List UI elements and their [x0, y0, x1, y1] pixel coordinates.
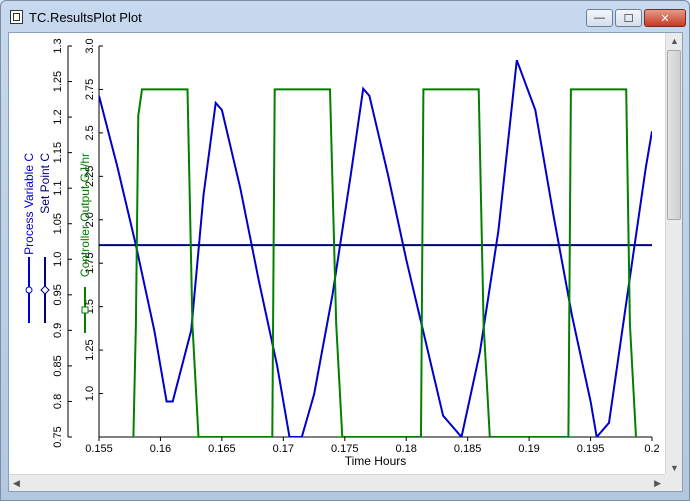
legend-set-point-label: Set Point C: [38, 153, 52, 214]
process-y-tick-label: 0.85: [52, 355, 64, 376]
x-tick-label: 0.185: [454, 443, 482, 455]
scroll-up-icon[interactable]: ▲: [670, 36, 679, 46]
results-chart: 0.155 0.16 0.165 0.17 0.175 0.18 0.185 0.19 0.19…: [22, 38, 660, 468]
process-y-tick-label: 0.95: [52, 284, 64, 305]
x-tick-label: 0.2: [644, 443, 659, 455]
output-y-tick-label: 2.75: [84, 79, 96, 100]
process-y-tick-label: 1.05: [52, 213, 64, 234]
process-y-tick-label: 1.0: [52, 252, 64, 267]
vertical-scrollbar[interactable]: ▲ ▼: [665, 33, 682, 476]
vertical-scroll-thumb[interactable]: [667, 50, 681, 220]
output-y-tick-label: 2.5: [84, 125, 96, 140]
legend-process-variable-marker: [25, 286, 33, 294]
minimize-button[interactable]: —: [586, 9, 613, 27]
process-y-tick-label: 1.25: [52, 71, 64, 92]
x-tick-label: 0.155: [85, 443, 113, 455]
legend-controller-output-label: Controller Output GJ/hr: [78, 153, 92, 277]
title-bar[interactable]: TC.ResultsPlot Plot — ☐ ✕: [1, 1, 689, 33]
scroll-left-icon[interactable]: ◀: [13, 478, 20, 489]
x-tick-label: 0.195: [577, 443, 605, 455]
output-y-tick-label: 1.25: [84, 339, 96, 360]
horizontal-scrollbar[interactable]: ◀ ▶: [9, 474, 665, 491]
output-y-tick-label: 3.0: [84, 38, 96, 53]
series-line-controller-output: [132, 88, 637, 437]
x-tick-label: 0.165: [208, 443, 236, 455]
window-title: TC.ResultsPlot Plot: [29, 10, 142, 25]
process-y-tick-label: 1.15: [52, 142, 64, 163]
plot-window: TC.ResultsPlot Plot — ☐ ✕ 0.155 0.16 0.165…: [0, 0, 690, 501]
scroll-right-icon[interactable]: ▶: [654, 478, 661, 489]
x-tick-label: 0.16: [150, 443, 171, 455]
plot-area: 0.155 0.16 0.165 0.17 0.175 0.18 0.185 0.19 0.19…: [8, 32, 683, 492]
maximize-button[interactable]: ☐: [615, 9, 642, 27]
process-y-tick-label: 1.1: [52, 181, 64, 196]
process-y-tick-label: 1.2: [52, 109, 64, 124]
x-axis-label: Time Hours: [345, 454, 407, 468]
process-y-tick-label: 0.9: [52, 323, 64, 338]
x-tick-label: 0.19: [518, 443, 539, 455]
output-y-tick-label: 1.0: [84, 386, 96, 401]
legend-controller-output-marker: [81, 306, 89, 314]
process-y-tick-label: 0.8: [52, 394, 64, 409]
close-button[interactable]: ✕: [644, 9, 686, 27]
legend-set-point-marker: [40, 285, 50, 295]
scroll-corner: [665, 474, 682, 491]
window-icon[interactable]: [10, 10, 23, 24]
scroll-down-icon[interactable]: ▼: [670, 463, 679, 473]
process-y-tick-label: 1.3: [52, 38, 64, 53]
x-tick-label: 0.17: [273, 443, 294, 455]
process-y-tick-label: 0.75: [52, 426, 64, 447]
legend-process-variable-label: Process Variable C: [22, 153, 36, 255]
